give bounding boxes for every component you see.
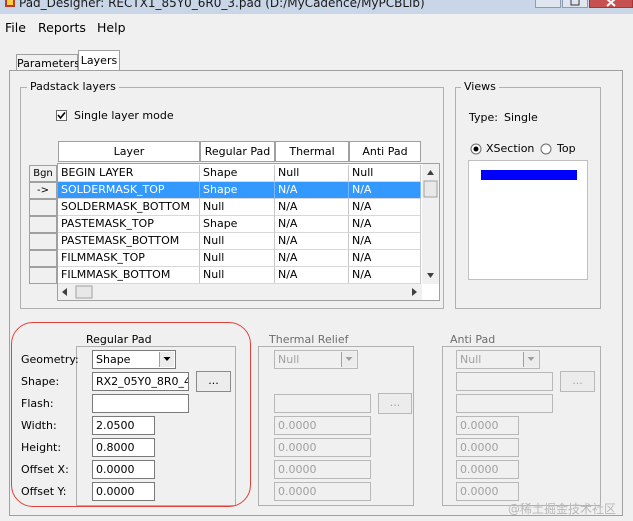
row-button-begin[interactable]: Bgn	[29, 165, 57, 182]
cell-regular-pad: Shape	[200, 216, 275, 233]
radio-selected-icon	[470, 143, 482, 155]
tab-layers[interactable]: Layers	[78, 50, 120, 71]
thermal-relief-label: Thermal Relief	[266, 333, 352, 346]
anti-geometry-select[interactable]: Null	[456, 350, 540, 369]
views-type-label: Type:	[469, 111, 498, 124]
cell-anti-pad: N/A	[349, 216, 421, 233]
column-header-anti-pad[interactable]: Anti Pad	[349, 141, 421, 162]
window-title: Pad_Designer: RECTX1_85Y0_6R0_3.pad (D:/…	[19, 0, 425, 10]
cell-layer: FILMMASK_TOP	[58, 250, 200, 267]
cell-thermal-relief: N/A	[275, 182, 349, 199]
thermal-shape-browse-button[interactable]: ...	[378, 393, 412, 414]
thermal-width-field[interactable]: 0.0000	[274, 416, 371, 435]
cell-regular-pad: Null	[200, 199, 275, 216]
cell-layer: SOLDERMASK_TOP	[58, 182, 200, 199]
chevron-down-icon	[523, 352, 538, 367]
maximize-icon	[570, 0, 580, 6]
cell-thermal-relief: N/A	[275, 267, 349, 284]
cell-anti-pad: N/A	[349, 233, 421, 250]
views-type-value: Single	[504, 111, 538, 124]
cell-thermal-relief: N/A	[275, 250, 349, 267]
xsection-radio[interactable]	[470, 143, 482, 155]
top-label: Top	[557, 142, 576, 155]
cell-layer: BEGIN LAYER	[58, 165, 200, 182]
scroll-arrows-icon	[62, 285, 417, 299]
cell-thermal-relief: N/A	[275, 216, 349, 233]
menu-reports[interactable]: Reports	[38, 20, 86, 35]
app-icon	[4, 0, 16, 8]
anti-flash-field[interactable]	[456, 394, 553, 413]
row-button[interactable]	[29, 233, 57, 250]
thermal-offset-y-field[interactable]: 0.0000	[274, 482, 371, 501]
cell-anti-pad: Null	[349, 165, 421, 182]
cell-thermal-relief: N/A	[275, 199, 349, 216]
row-button[interactable]	[29, 267, 57, 284]
xsection-label: XSection	[486, 142, 535, 155]
anti-offset-y-field[interactable]: 0.0000	[456, 482, 519, 501]
title-bar: Pad_Designer: RECTX1_85Y0_6R0_3.pad (D:/…	[0, 0, 633, 14]
tab-parameters[interactable]: Parameters	[16, 54, 80, 71]
cell-layer: SOLDERMASK_BOTTOM	[58, 199, 200, 216]
cell-regular-pad: Shape	[200, 165, 275, 182]
cell-anti-pad: N/A	[349, 250, 421, 267]
single-layer-mode-checkbox[interactable]	[56, 110, 67, 121]
row-button[interactable]	[29, 250, 57, 267]
menu-bar: File Reports Help	[0, 14, 633, 40]
cell-anti-pad: N/A	[349, 182, 421, 199]
row-button[interactable]	[29, 199, 57, 216]
thermal-geometry-select[interactable]: Null	[274, 350, 358, 369]
close-button[interactable]	[589, 0, 633, 8]
pad-cross-section	[481, 170, 577, 180]
anti-geometry-value: Null	[460, 353, 482, 366]
cell-layer: PASTEMASK_TOP	[58, 216, 200, 233]
cell-layer: FILMMASK_BOTTOM	[58, 267, 200, 284]
close-icon	[606, 0, 616, 7]
row-button-selected[interactable]: ->	[29, 182, 57, 199]
cell-regular-pad: Null	[200, 250, 275, 267]
views-label: Views	[461, 80, 499, 93]
anti-height-field[interactable]: 0.0000	[456, 438, 519, 457]
cell-layer: PASTEMASK_BOTTOM	[58, 233, 200, 250]
anti-width-field[interactable]: 0.0000	[456, 416, 519, 435]
padstack-layers-label: Padstack layers	[27, 80, 119, 93]
maximize-button[interactable]	[562, 0, 588, 8]
cell-regular-pad: Null	[200, 233, 275, 250]
anti-offset-x-field[interactable]: 0.0000	[456, 460, 519, 479]
view-preview	[468, 160, 588, 280]
chevron-down-icon	[341, 352, 356, 367]
column-header-thermal-relief[interactable]: Thermal Relief	[275, 141, 349, 178]
single-layer-mode-label: Single layer mode	[74, 109, 174, 122]
row-button[interactable]	[29, 216, 57, 233]
annotation-highlight	[11, 322, 251, 507]
menu-help[interactable]: Help	[97, 20, 126, 35]
menu-file[interactable]: File	[5, 20, 26, 35]
cell-thermal-relief: N/A	[275, 233, 349, 250]
cell-anti-pad: N/A	[349, 267, 421, 284]
top-radio[interactable]	[540, 143, 552, 155]
vertical-scrollbar[interactable]	[422, 164, 439, 284]
horizontal-scrollbar[interactable]	[58, 284, 422, 300]
watermark: @稀土掘金技术社区	[508, 502, 617, 516]
minimize-button[interactable]	[535, 0, 561, 8]
cell-regular-pad: Shape	[200, 182, 275, 199]
cell-regular-pad: Null	[200, 267, 275, 284]
cell-thermal-relief: Null	[275, 165, 349, 182]
anti-shape-browse-button[interactable]: ...	[560, 371, 595, 392]
checkmark-icon	[57, 111, 66, 120]
thermal-height-field[interactable]: 0.0000	[274, 438, 371, 457]
scroll-arrows-icon	[423, 170, 438, 278]
radio-icon	[540, 143, 552, 155]
anti-pad-label: Anti Pad	[447, 333, 499, 346]
column-header-layer[interactable]: Layer	[58, 141, 200, 162]
cell-anti-pad: N/A	[349, 199, 421, 216]
thermal-geometry-value: Null	[278, 353, 300, 366]
thermal-shape-field[interactable]	[274, 394, 371, 413]
thermal-offset-x-field[interactable]: 0.0000	[274, 460, 371, 479]
anti-shape-field[interactable]	[456, 372, 553, 391]
column-header-regular-pad[interactable]: Regular Pad	[200, 141, 275, 162]
